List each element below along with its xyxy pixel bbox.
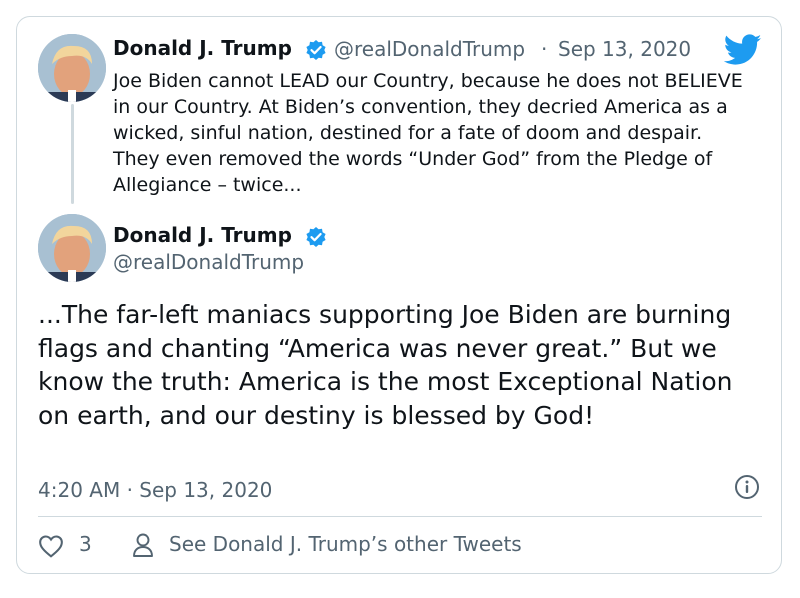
see-other-tweets-link[interactable]: See Donald J. Trump’s other Tweets bbox=[169, 532, 522, 556]
heart-icon[interactable] bbox=[38, 534, 64, 558]
twitter-bird-icon[interactable] bbox=[724, 34, 762, 66]
quoted-date[interactable]: Sep 13, 2020 bbox=[558, 37, 691, 61]
avatar-photo bbox=[38, 214, 106, 282]
person-icon[interactable] bbox=[132, 532, 154, 558]
divider bbox=[38, 516, 762, 517]
main-tweet-text: ...The far-left maniacs supporting Joe B… bbox=[38, 300, 733, 430]
thread-connector-line bbox=[71, 104, 74, 204]
tweet-timestamp[interactable]: 4:20 AM · Sep 13, 2020 bbox=[38, 478, 272, 502]
like-count[interactable]: 3 bbox=[79, 532, 92, 556]
avatar-photo bbox=[38, 34, 106, 102]
verified-badge-icon bbox=[306, 227, 326, 247]
verified-badge-icon bbox=[306, 40, 326, 60]
main-author-name[interactable]: Donald J. Trump bbox=[113, 223, 292, 247]
quoted-author-name[interactable]: Donald J. Trump bbox=[113, 36, 292, 60]
quoted-tweet-text: Joe Biden cannot LEAD our Country, becau… bbox=[113, 70, 743, 196]
meta-separator: · bbox=[541, 37, 548, 61]
main-handle[interactable]: @realDonaldTrump bbox=[113, 250, 304, 274]
quoted-tweet-avatar[interactable] bbox=[38, 34, 106, 102]
quoted-handle[interactable]: @realDonaldTrump bbox=[334, 37, 525, 61]
info-icon[interactable] bbox=[734, 474, 760, 500]
main-tweet-avatar[interactable] bbox=[38, 214, 106, 282]
